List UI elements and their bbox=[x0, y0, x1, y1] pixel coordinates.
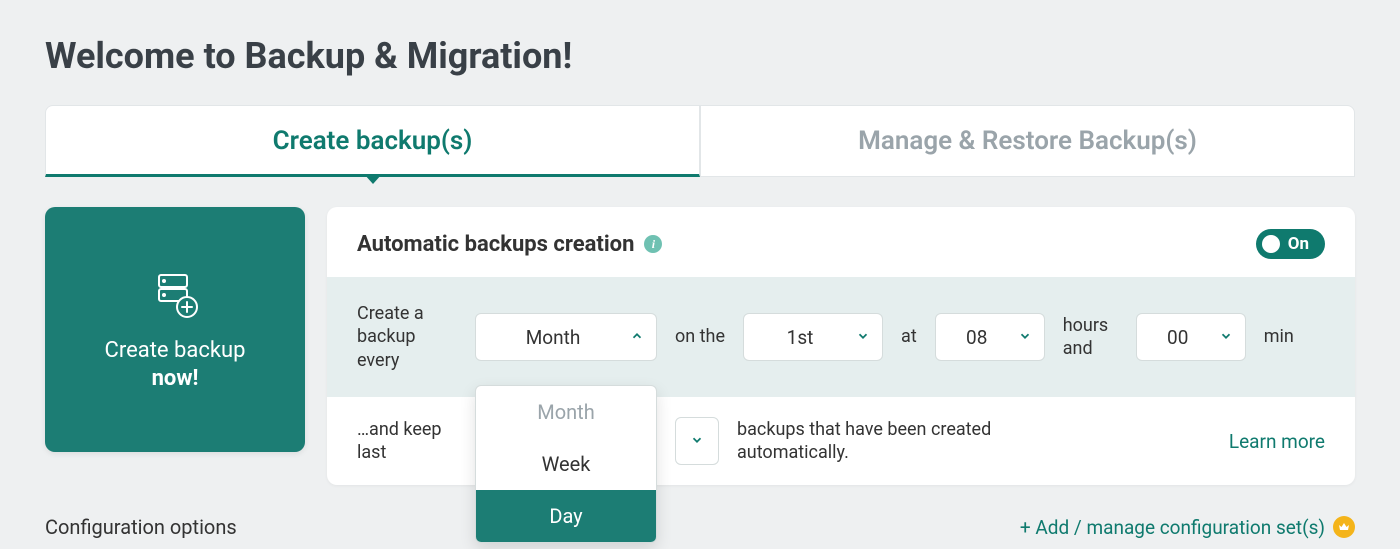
dropdown-value: 1st bbox=[744, 326, 856, 349]
dropdown-value: 08 bbox=[936, 326, 1018, 349]
info-icon[interactable]: i bbox=[644, 235, 662, 253]
dropdown-value: 00 bbox=[1137, 326, 1219, 349]
toggle-label: On bbox=[1288, 234, 1309, 254]
hour-dropdown[interactable]: 08 bbox=[935, 313, 1045, 361]
label-at: at bbox=[901, 325, 917, 348]
period-option-week[interactable]: Week bbox=[476, 438, 656, 490]
chevron-down-icon bbox=[1219, 327, 1233, 348]
server-plus-icon bbox=[147, 267, 203, 323]
panel-title: Automatic backups creation bbox=[357, 232, 634, 257]
crown-icon bbox=[1333, 516, 1355, 538]
period-option-month[interactable]: Month bbox=[476, 386, 656, 438]
chevron-up-icon bbox=[630, 327, 644, 348]
label-keep-prefix: …and keep last bbox=[357, 418, 457, 465]
tabs: Create backup(s) Manage & Restore Backup… bbox=[45, 105, 1355, 177]
tab-create-backups[interactable]: Create backup(s) bbox=[45, 105, 700, 177]
period-dropdown-list: Month Week Day bbox=[475, 385, 657, 543]
keep-count-dropdown[interactable] bbox=[675, 417, 719, 465]
learn-more-link[interactable]: Learn more bbox=[1229, 430, 1325, 453]
schedule-row: Create a backup every Month Month Week D… bbox=[327, 277, 1355, 397]
chevron-down-icon bbox=[856, 327, 870, 348]
create-backup-now-label: Create backup now! bbox=[105, 337, 246, 392]
tab-label: Manage & Restore Backup(s) bbox=[858, 126, 1197, 156]
label-create-every: Create a backup every bbox=[357, 302, 457, 372]
toggle-dot-icon bbox=[1262, 235, 1280, 253]
label-keep-suffix: backups that have been created automatic… bbox=[737, 418, 1077, 465]
label-on-the: on the bbox=[675, 325, 725, 348]
tab-label: Create backup(s) bbox=[273, 126, 473, 156]
automatic-backups-panel: Automatic backups creation i On Create a… bbox=[327, 207, 1355, 485]
day-of-month-dropdown[interactable]: 1st bbox=[743, 313, 883, 361]
automatic-backups-toggle[interactable]: On bbox=[1256, 229, 1325, 259]
dropdown-value: Month bbox=[476, 326, 630, 349]
create-backup-now-button[interactable]: Create backup now! bbox=[45, 207, 305, 452]
tab-manage-restore[interactable]: Manage & Restore Backup(s) bbox=[700, 105, 1355, 177]
label-min-suffix: min bbox=[1264, 325, 1294, 348]
minute-dropdown[interactable]: 00 bbox=[1136, 313, 1246, 361]
tab-active-caret-icon bbox=[364, 174, 382, 184]
period-option-day[interactable]: Day bbox=[476, 490, 656, 542]
label-hours-and: hours and bbox=[1063, 314, 1118, 361]
configuration-options-label: Configuration options bbox=[45, 515, 237, 539]
chevron-down-icon bbox=[690, 431, 704, 452]
page-title: Welcome to Backup & Migration! bbox=[45, 35, 1355, 77]
chevron-down-icon bbox=[1018, 327, 1032, 348]
add-manage-config-sets-link[interactable]: + Add / manage configuration set(s) bbox=[1020, 516, 1355, 539]
add-manage-config-label: + Add / manage configuration set(s) bbox=[1020, 516, 1325, 539]
period-dropdown[interactable]: Month bbox=[475, 313, 657, 361]
